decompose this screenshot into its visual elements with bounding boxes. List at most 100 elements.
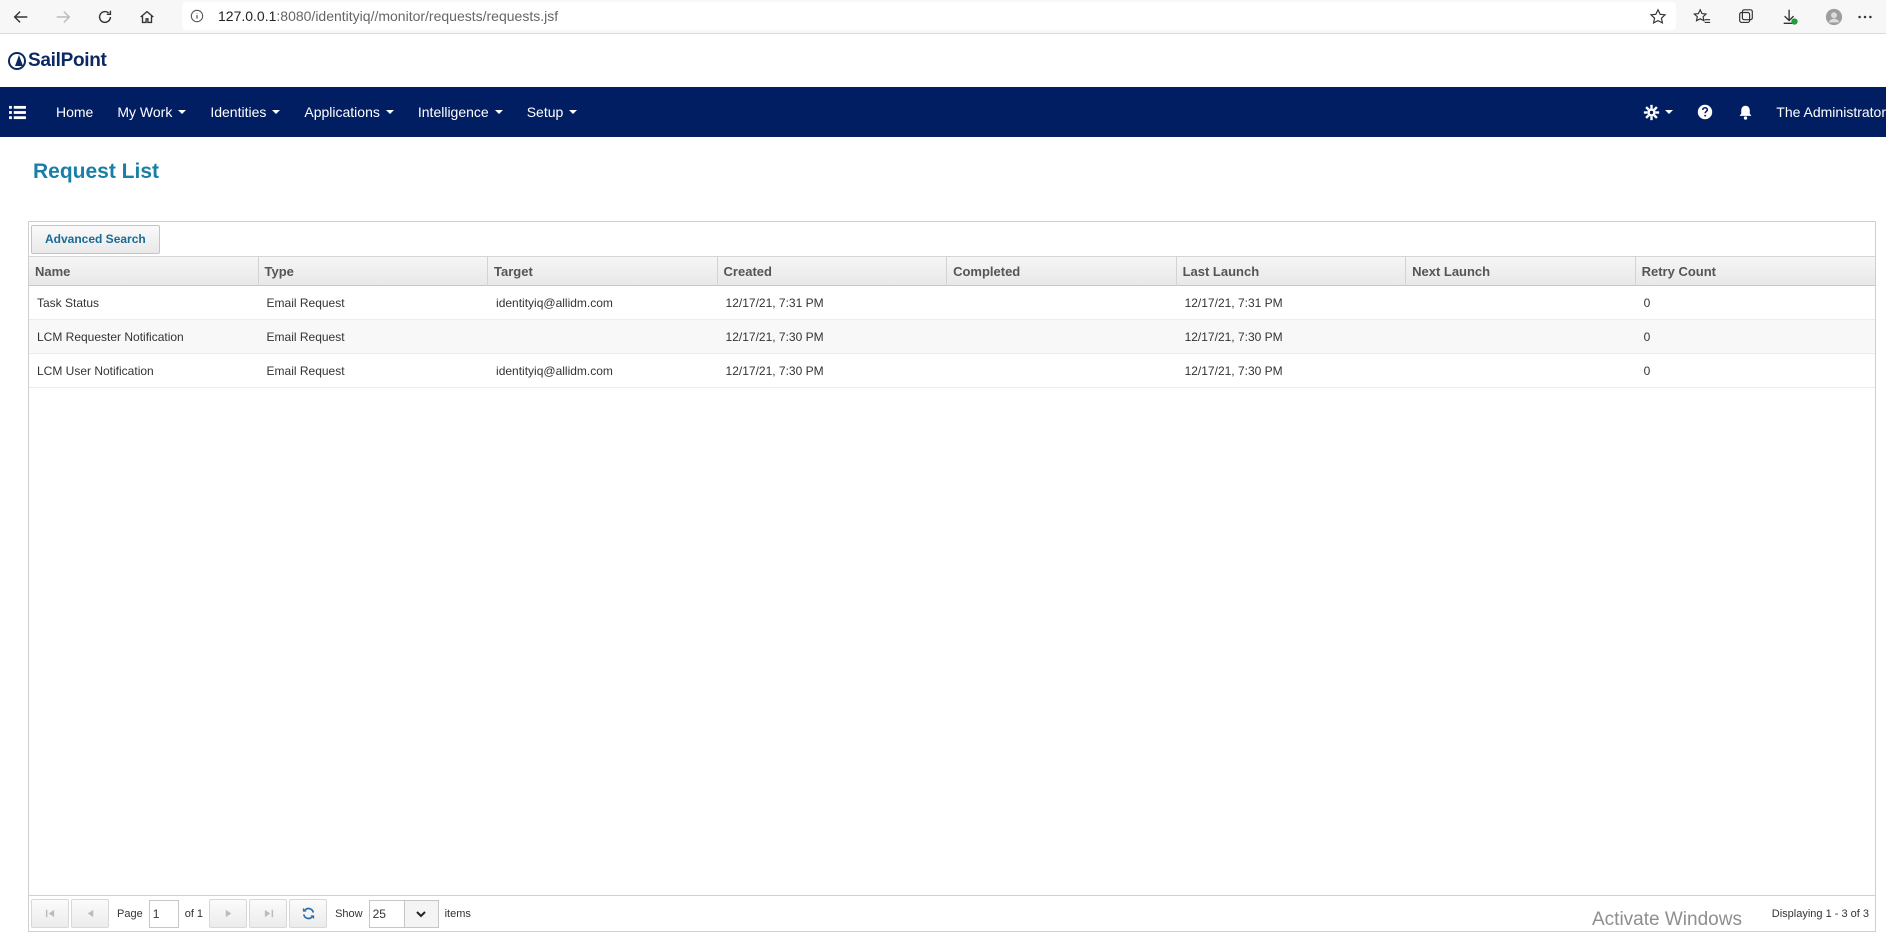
sailpoint-logo[interactable]: SailPoint — [8, 50, 107, 72]
items-label: items — [444, 907, 471, 920]
table-row[interactable]: LCM Requester Notification Email Request… — [29, 320, 1875, 354]
first-page-icon[interactable] — [31, 899, 69, 928]
back-icon[interactable] — [0, 2, 42, 32]
column-header-next-launch[interactable]: Next Launch — [1406, 257, 1636, 286]
column-header-name[interactable]: Name — [29, 257, 259, 286]
home-icon[interactable] — [126, 2, 168, 32]
cell-completed — [947, 286, 1177, 320]
sailpoint-logo-mark-icon — [8, 52, 26, 70]
cell-target — [488, 320, 718, 354]
cell-retry-count: 0 — [1643, 364, 1651, 378]
cell-last-launch: 12/17/21, 7:30 PM — [1184, 364, 1283, 378]
caret-down-icon — [1665, 110, 1674, 114]
menu-list-icon[interactable] — [0, 87, 34, 137]
page-label: Page — [117, 907, 143, 920]
caret-down-icon — [569, 110, 578, 114]
nav-applications[interactable]: Applications — [292, 87, 406, 137]
page-size-value: 25 — [372, 906, 386, 921]
url-path: :8080/identityiq//monitor/requests/reque… — [276, 8, 559, 24]
main-navigation: Home My Work Identities Applications Int… — [0, 87, 1886, 137]
caret-down-icon — [178, 110, 187, 114]
collections-icon[interactable] — [1724, 2, 1768, 32]
advanced-search-button[interactable]: Advanced Search — [31, 224, 160, 254]
table-row[interactable]: LCM User Notification Email Request iden… — [29, 354, 1875, 388]
column-header-completed[interactable]: Completed — [947, 257, 1177, 286]
cell-completed — [947, 320, 1177, 354]
displaying-count: Displaying 1 - 3 of 3 — [1771, 908, 1869, 920]
nav-intelligence-label: Intelligence — [417, 104, 489, 120]
notifications-bell-icon[interactable] — [1725, 87, 1766, 137]
profile-avatar-icon[interactable] — [1812, 2, 1856, 32]
request-grid: Advanced Search Name Type Target Created… — [28, 221, 1876, 932]
nav-applications-label: Applications — [304, 104, 380, 120]
page-size-select[interactable]: 25 — [368, 899, 439, 928]
cell-type: Email Request — [266, 296, 345, 310]
downloads-icon[interactable] — [1768, 2, 1812, 32]
url-text[interactable]: 127.0.0.1:8080/identityiq//monitor/reque… — [218, 8, 558, 24]
cell-name: LCM User Notification — [37, 364, 154, 378]
column-header-last-launch[interactable]: Last Launch — [1177, 257, 1407, 286]
cell-target: identityiq@allidm.com — [496, 364, 613, 378]
nav-my-work[interactable]: My Work — [105, 87, 198, 137]
cell-created: 12/17/21, 7:30 PM — [725, 330, 824, 344]
forward-icon[interactable] — [42, 2, 84, 32]
address-bar[interactable]: 127.0.0.1:8080/identityiq//monitor/reque… — [182, 2, 1676, 30]
cell-next-launch — [1406, 320, 1636, 354]
show-label: Show — [335, 907, 363, 920]
nav-home[interactable]: Home — [34, 87, 105, 137]
grid-toolbar: Advanced Search — [29, 222, 1875, 257]
help-icon[interactable] — [1685, 87, 1725, 137]
caret-down-icon — [494, 110, 503, 114]
reload-icon[interactable] — [84, 2, 126, 32]
cell-created: 12/17/21, 7:31 PM — [725, 296, 824, 310]
column-header-target[interactable]: Target — [488, 257, 718, 286]
more-icon[interactable] — [1856, 2, 1886, 32]
page-count-label: of 1 — [184, 907, 204, 920]
cell-retry-count: 0 — [1643, 330, 1651, 344]
user-name: The Administrator — [1776, 104, 1886, 120]
logo-bar: SailPoint — [0, 35, 1886, 87]
cell-type: Email Request — [266, 330, 345, 344]
nav-intelligence[interactable]: Intelligence — [406, 87, 515, 137]
cell-next-launch — [1406, 354, 1636, 388]
browser-toolbar: 127.0.0.1:8080/identityiq//monitor/reque… — [0, 0, 1886, 34]
last-page-icon[interactable] — [249, 899, 288, 928]
page-title: Request List — [33, 160, 160, 183]
previous-page-icon[interactable] — [71, 899, 109, 928]
add-favorite-icon[interactable] — [1636, 2, 1680, 32]
nav-setup[interactable]: Setup — [515, 87, 590, 137]
nav-setup-label: Setup — [526, 104, 564, 120]
cell-last-launch: 12/17/21, 7:31 PM — [1184, 296, 1283, 310]
cell-name: Task Status — [37, 296, 100, 310]
cell-target: identityiq@allidm.com — [496, 296, 613, 310]
cell-last-launch: 12/17/21, 7:30 PM — [1184, 330, 1283, 344]
refresh-icon[interactable] — [289, 899, 328, 928]
logo-text: SailPoint — [28, 50, 107, 71]
cell-next-launch — [1406, 286, 1636, 320]
info-icon[interactable] — [182, 2, 212, 30]
chevron-down-icon[interactable] — [403, 900, 438, 927]
table-row[interactable]: Task Status Email Request identityiq@all… — [29, 286, 1875, 320]
column-header-created[interactable]: Created — [718, 257, 948, 286]
caret-down-icon — [272, 110, 281, 114]
cell-retry-count: 0 — [1643, 296, 1651, 310]
column-header-retry-count[interactable]: Retry Count — [1636, 257, 1875, 286]
nav-identities[interactable]: Identities — [198, 87, 292, 137]
settings-gear-icon[interactable] — [1631, 87, 1685, 137]
activate-windows-watermark: Activate Windows — [1592, 909, 1742, 930]
page-number-input[interactable] — [148, 899, 179, 928]
cell-type: Email Request — [266, 364, 345, 378]
cell-completed — [947, 354, 1177, 388]
column-header-type[interactable]: Type — [259, 257, 489, 286]
user-menu[interactable]: The Administrator — [1766, 104, 1886, 120]
browser-actions — [1636, 2, 1886, 32]
caret-down-icon — [385, 110, 394, 114]
cell-name: LCM Requester Notification — [37, 330, 184, 344]
grid-header: Name Type Target Created Completed Last … — [29, 257, 1875, 286]
favorites-icon[interactable] — [1680, 2, 1724, 32]
next-page-icon[interactable] — [209, 899, 248, 928]
nav-my-work-label: My Work — [117, 104, 173, 120]
cell-created: 12/17/21, 7:30 PM — [725, 364, 824, 378]
nav-home-label: Home — [56, 104, 94, 120]
nav-right-actions: The Administrator — [1631, 87, 1886, 137]
